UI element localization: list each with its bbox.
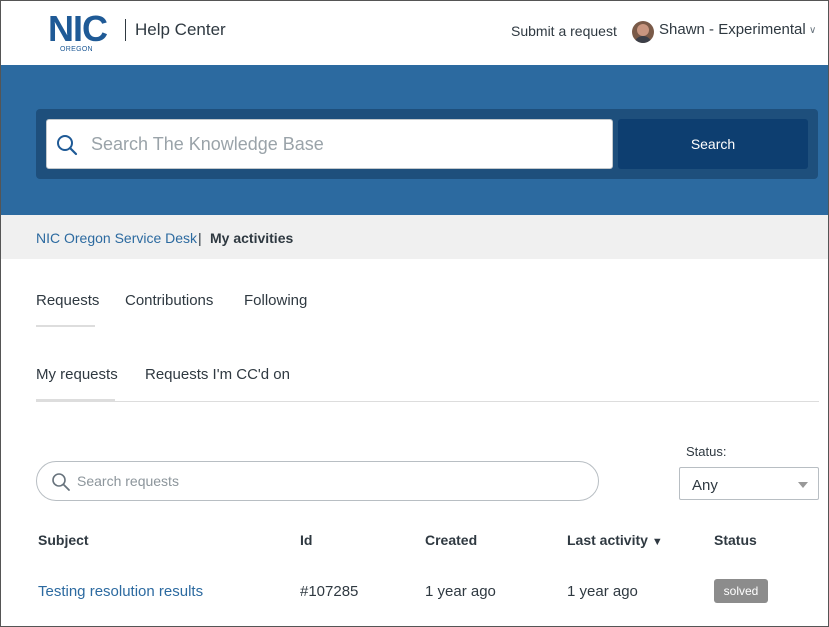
breadcrumb-current: My activities	[210, 230, 294, 246]
logo-divider	[125, 19, 126, 41]
help-center-title[interactable]: Help Center	[135, 20, 226, 40]
avatar-face	[637, 24, 649, 36]
tab-contributions[interactable]: Contributions	[125, 292, 213, 309]
logo-subtext: OREGON	[60, 46, 93, 53]
breadcrumb-service-desk-link[interactable]: NIC Oregon Service Desk	[36, 230, 197, 246]
logo-text: NIC	[48, 8, 108, 49]
caret-down-icon	[798, 482, 808, 488]
request-created: 1 year ago	[425, 583, 496, 600]
requests-search-field[interactable]	[36, 461, 599, 501]
status-filter-value: Any	[692, 477, 718, 494]
request-subject-link[interactable]: Testing resolution results	[38, 583, 203, 600]
chevron-down-icon[interactable]: ∨	[809, 25, 816, 36]
avatar-body	[634, 36, 652, 43]
subtab-my-requests[interactable]: My requests	[36, 366, 118, 383]
column-header-last-activity[interactable]: Last activity ▼	[567, 532, 663, 548]
subtab-divider	[36, 401, 819, 402]
status-filter-label: Status:	[686, 444, 727, 459]
user-menu-name[interactable]: Shawn - Experimental	[659, 21, 806, 38]
column-header-last-activity-label: Last activity	[567, 532, 648, 548]
kb-search-field[interactable]	[46, 119, 613, 169]
column-header-status[interactable]: Status	[714, 532, 757, 548]
kb-search-input[interactable]	[91, 120, 601, 168]
breadcrumb: NIC Oregon Service Desk | My activities	[1, 215, 828, 259]
page-frame: NIC OREGON Help Center Submit a request …	[0, 0, 829, 627]
tab-following[interactable]: Following	[244, 292, 307, 309]
search-icon	[52, 473, 70, 491]
submit-request-link[interactable]: Submit a request	[511, 23, 617, 39]
breadcrumb-separator: |	[198, 230, 202, 246]
column-header-created[interactable]: Created	[425, 532, 477, 548]
hero-banner: Search	[1, 65, 828, 215]
site-header: NIC OREGON Help Center Submit a request …	[1, 1, 828, 65]
column-header-subject[interactable]: Subject	[38, 532, 89, 548]
kb-search-button[interactable]: Search	[618, 119, 808, 169]
tab-requests-underline	[36, 325, 95, 327]
status-filter-select[interactable]: Any	[679, 467, 819, 500]
sort-descending-icon: ▼	[651, 536, 663, 548]
user-avatar[interactable]	[632, 21, 654, 43]
request-id: #107285	[300, 583, 359, 600]
search-icon	[57, 135, 78, 156]
tab-requests[interactable]: Requests	[36, 292, 99, 309]
nic-oregon-logo[interactable]: NIC OREGON	[48, 11, 108, 55]
column-header-id[interactable]: Id	[300, 532, 312, 548]
requests-search-input[interactable]	[77, 462, 577, 500]
request-last-activity: 1 year ago	[567, 583, 638, 600]
kb-search-container: Search	[36, 109, 818, 179]
subtab-ccd-requests[interactable]: Requests I'm CC'd on	[145, 366, 290, 383]
status-badge: solved	[714, 579, 768, 603]
